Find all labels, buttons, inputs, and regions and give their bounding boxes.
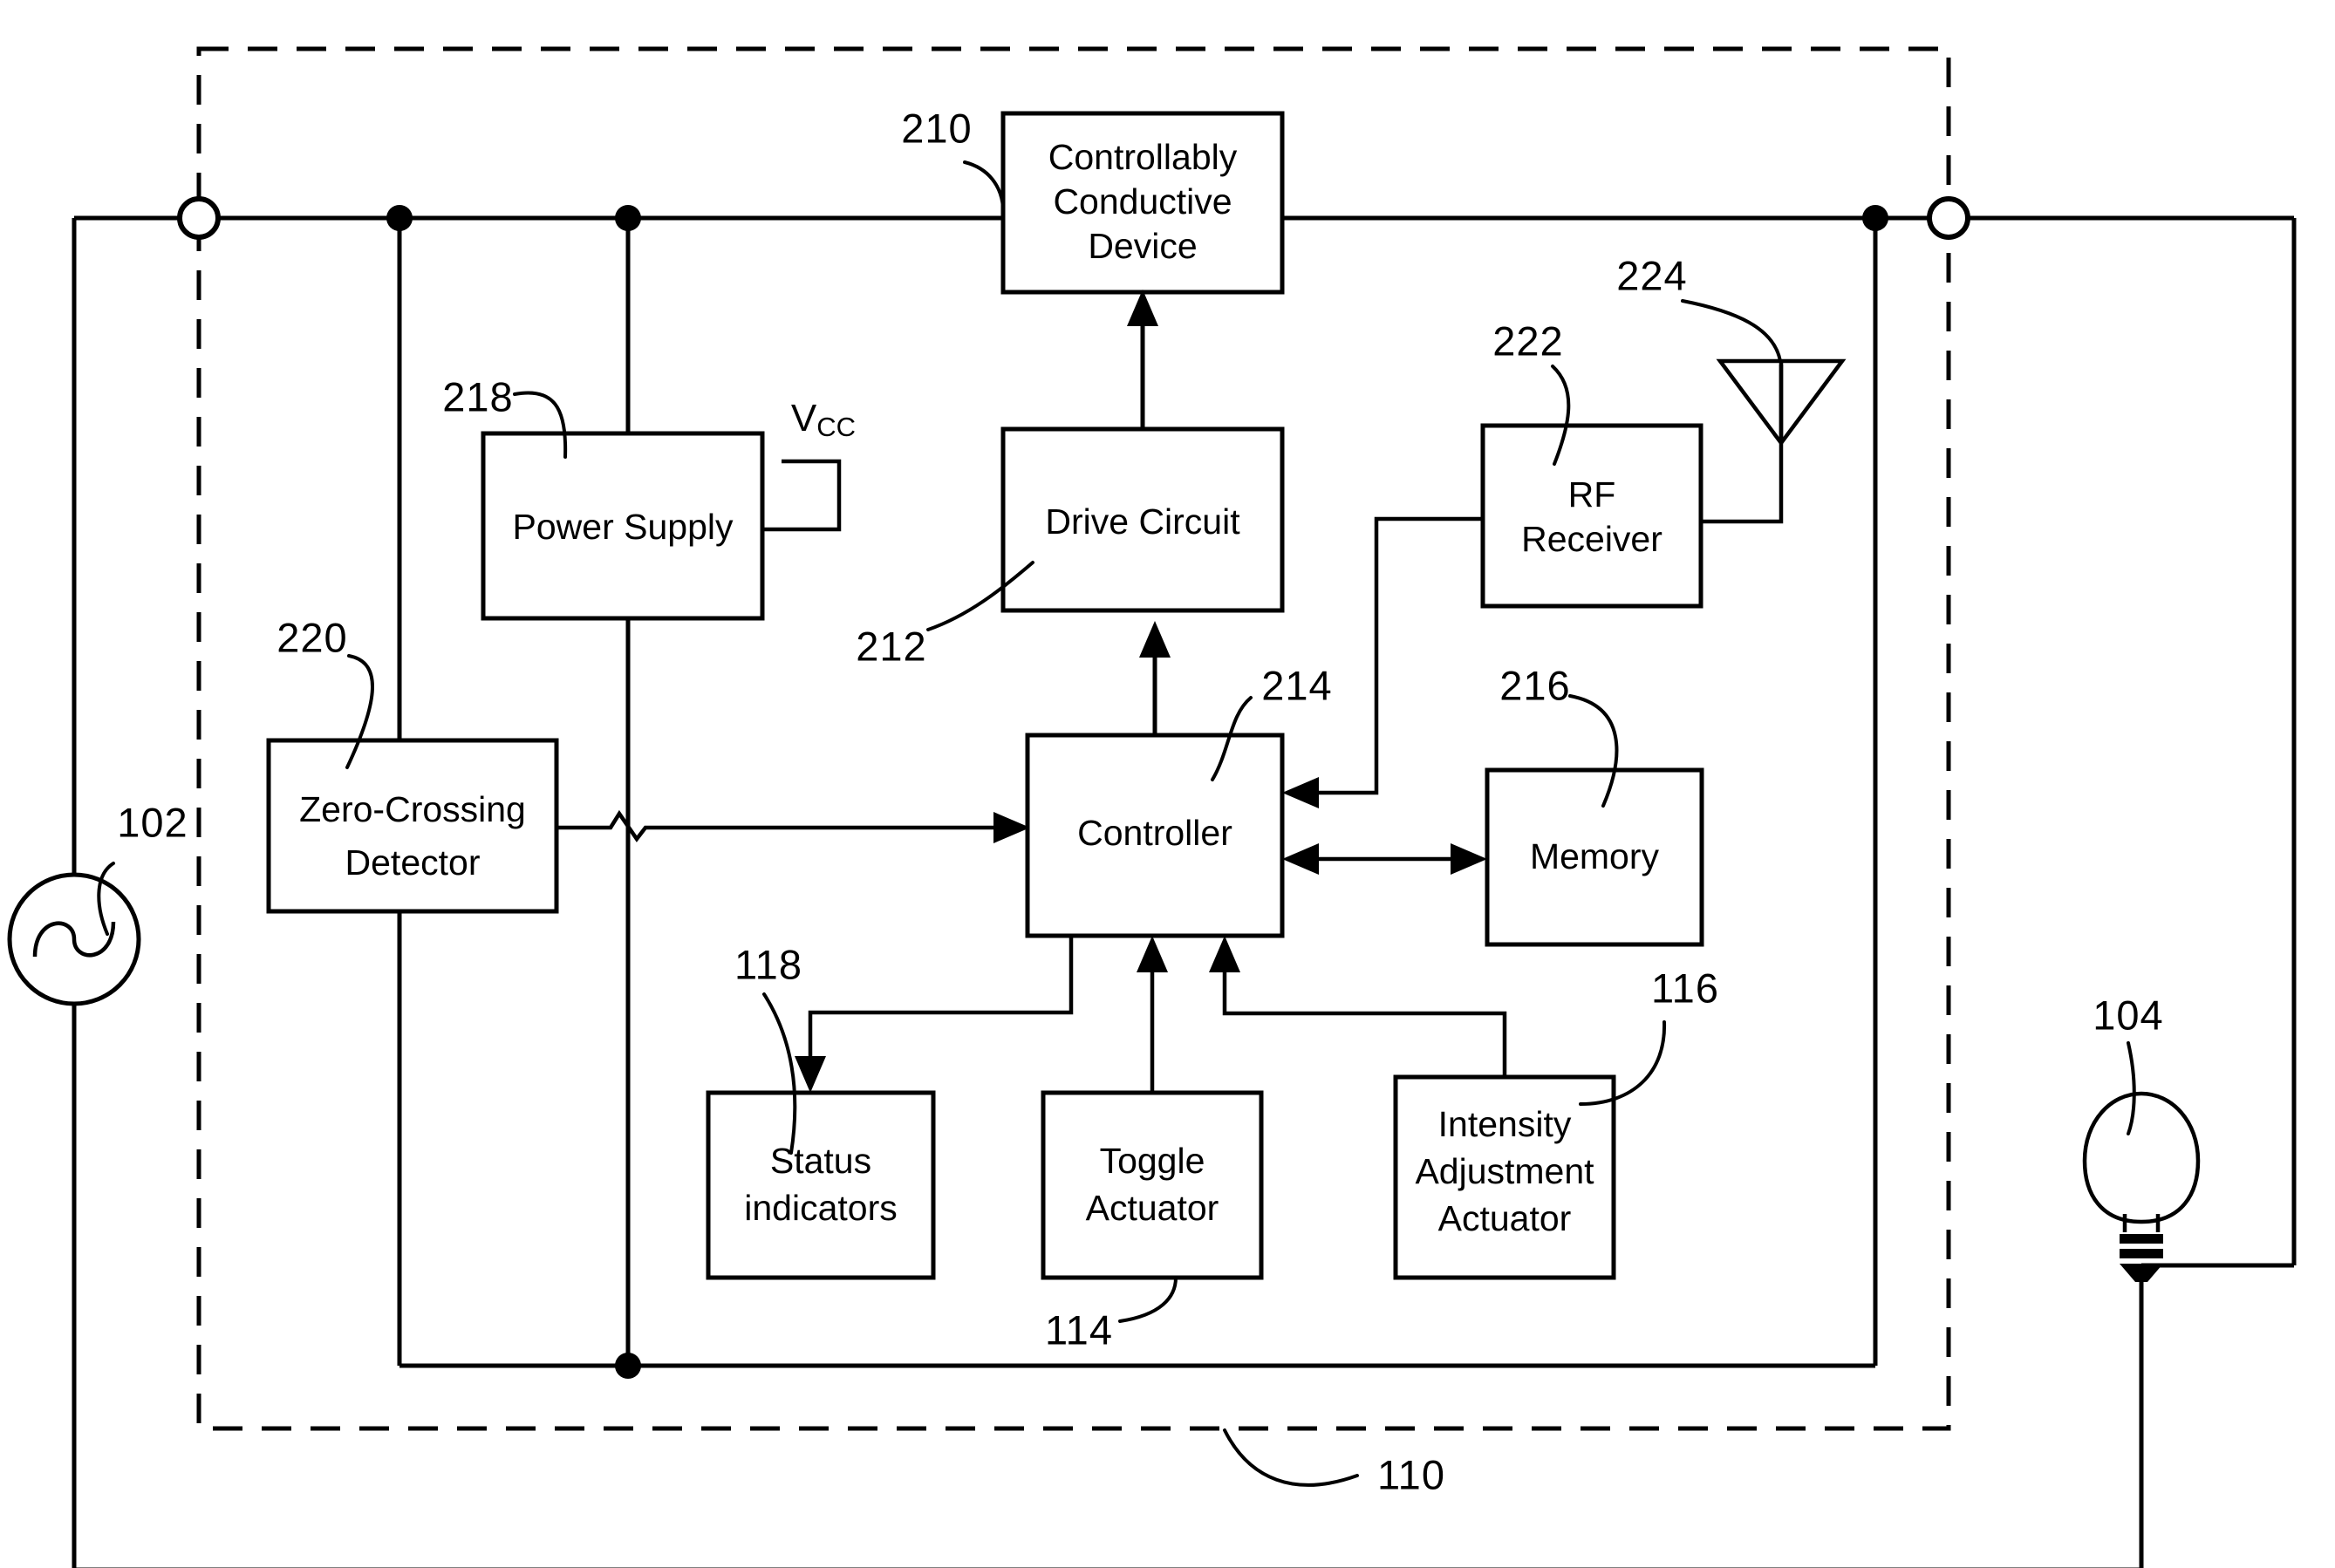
intensity-to-controller-wire bbox=[1222, 963, 1507, 1077]
leader-104 bbox=[2127, 1041, 2136, 1135]
vcc-output-wire bbox=[762, 459, 842, 532]
controller-to-drive-arrowhead bbox=[1139, 621, 1171, 658]
zcd-label-line2: Detector bbox=[345, 842, 481, 883]
ref-102: 102 bbox=[117, 799, 188, 845]
leader-224 bbox=[1681, 299, 1782, 363]
ref-222: 222 bbox=[1492, 317, 1563, 364]
toggle-label-line2: Actuator bbox=[1086, 1188, 1219, 1228]
block-rf-receiver[interactable] bbox=[1480, 423, 1703, 609]
controller-to-status-arrowhead bbox=[795, 1056, 826, 1093]
controller-to-status-wire bbox=[808, 936, 1074, 1066]
block-diagram-svg: Controllably Conductive Device 210 Power… bbox=[7, 46, 2297, 1568]
intensity-to-controller-arrowhead bbox=[1209, 936, 1240, 972]
drive-to-ccd-arrowhead bbox=[1127, 290, 1158, 326]
ccd-label-line2: Conductive bbox=[1053, 181, 1232, 222]
line-terminal-right bbox=[1927, 196, 1970, 240]
leader-110 bbox=[1223, 1428, 1359, 1487]
lamp-base-band-1 bbox=[2120, 1234, 2163, 1244]
intensity-label-line3: Actuator bbox=[1438, 1198, 1572, 1238]
status-label-line2: indicators bbox=[744, 1188, 897, 1228]
lamp-base-band-2 bbox=[2120, 1249, 2163, 1258]
ref-210: 210 bbox=[901, 105, 972, 151]
ref-114: 114 bbox=[1045, 1306, 1113, 1353]
ref-116: 116 bbox=[1651, 965, 1719, 1011]
ref-212: 212 bbox=[856, 623, 926, 669]
leader-114 bbox=[1118, 1276, 1178, 1323]
ccd-label-line3: Device bbox=[1088, 226, 1197, 266]
rf-to-controller-arrowhead bbox=[1282, 777, 1319, 808]
lamp-symbol bbox=[2082, 1091, 2201, 1282]
ref-218: 218 bbox=[442, 373, 513, 419]
zcd-label-line1: Zero-Crossing bbox=[299, 789, 526, 829]
rf-label-line2: Receiver bbox=[1521, 519, 1662, 559]
lamp-bulb-glass bbox=[2082, 1091, 2201, 1224]
toggle-to-controller-arrowhead bbox=[1137, 936, 1168, 972]
ref-118: 118 bbox=[734, 941, 802, 987]
toggle-label-line1: Toggle bbox=[1100, 1141, 1205, 1181]
intensity-label-line1: Intensity bbox=[1438, 1104, 1572, 1144]
ref-216: 216 bbox=[1499, 662, 1570, 708]
leader-102 bbox=[97, 862, 115, 936]
memory-label: Memory bbox=[1530, 836, 1660, 876]
ccd-label-line1: Controllably bbox=[1048, 137, 1238, 177]
ref-110: 110 bbox=[1377, 1451, 1445, 1497]
status-label-line1: Status bbox=[770, 1141, 871, 1181]
ref-220: 220 bbox=[277, 614, 347, 660]
drive-circuit-label: Drive Circuit bbox=[1045, 501, 1240, 542]
line-terminal-left bbox=[177, 196, 221, 240]
block-status-indicators[interactable] bbox=[706, 1090, 936, 1280]
figure-canvas: Controllably Conductive Device 210 Power… bbox=[0, 0, 2335, 1568]
controller-to-memory-arrowhead bbox=[1451, 843, 1487, 875]
zcd-to-controller-wire bbox=[556, 809, 1003, 842]
intensity-label-line2: Adjustment bbox=[1415, 1151, 1594, 1191]
rf-to-controller-wire bbox=[1311, 516, 1483, 795]
antenna-icon bbox=[1716, 358, 1847, 447]
zcd-to-controller-arrowhead bbox=[993, 812, 1030, 843]
rf-label-line1: RF bbox=[1568, 474, 1616, 515]
vcc-label: VCC bbox=[791, 397, 856, 443]
controller-label: Controller bbox=[1077, 813, 1232, 853]
leader-210 bbox=[963, 160, 1005, 209]
ref-214: 214 bbox=[1261, 662, 1332, 708]
lamp-base-tip bbox=[2120, 1264, 2163, 1282]
ref-104: 104 bbox=[2093, 992, 2163, 1038]
ref-224: 224 bbox=[1616, 252, 1687, 298]
memory-to-controller-arrowhead bbox=[1282, 843, 1319, 875]
ac-source-sine bbox=[32, 921, 116, 958]
block-toggle-actuator[interactable] bbox=[1041, 1090, 1264, 1280]
power-supply-label: Power Supply bbox=[513, 507, 734, 547]
